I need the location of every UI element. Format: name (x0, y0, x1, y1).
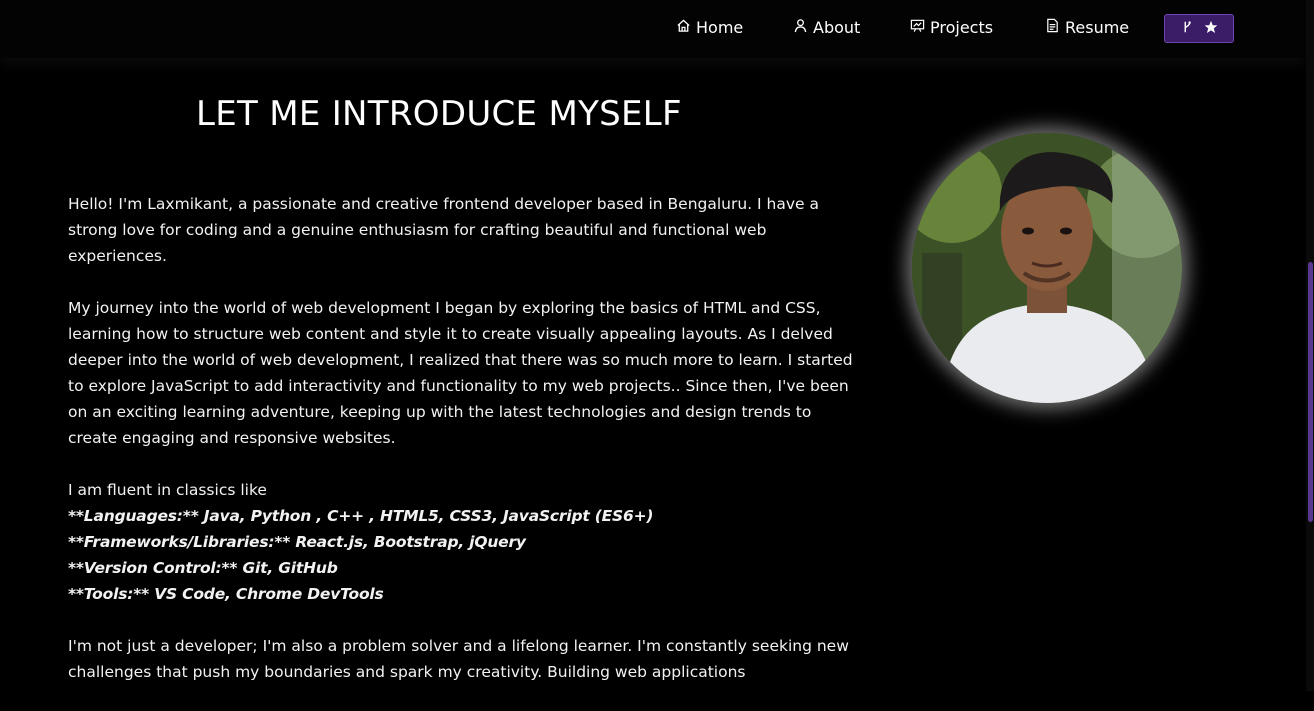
closing-paragraph: I'm not just a developer; I'm also a pro… (68, 637, 849, 681)
navbar: Home About Projects Resume (0, 0, 1306, 58)
avatar-image (912, 133, 1182, 403)
nav-projects-label: Projects (930, 17, 994, 37)
nav-home-label: Home (696, 17, 744, 37)
about-text: Hello! I'm Laxmikant, a passionate and c… (68, 191, 858, 711)
nav-about[interactable]: About (793, 16, 860, 38)
user-icon (793, 18, 808, 37)
skill-tools: **Tools:** VS Code, Chrome DevTools (68, 585, 384, 603)
nav-resume[interactable]: Resume (1045, 16, 1129, 38)
avatar (912, 133, 1182, 403)
nav-resume-label: Resume (1065, 17, 1130, 37)
nav-about-label: About (813, 17, 861, 37)
intro-paragraph: Hello! I'm Laxmikant, a passionate and c… (68, 195, 820, 265)
github-fork-star-button[interactable] (1164, 14, 1234, 43)
scrollbar-thumb[interactable] (1308, 262, 1313, 522)
skill-languages: **Languages:** Java, Python , C++ , HTML… (68, 507, 654, 525)
skill-version-control: **Version Control:** Git, GitHub (68, 559, 338, 577)
page-title: LET ME INTRODUCE MYSELF (196, 94, 682, 134)
journey-paragraph: My journey into the world of web develop… (68, 299, 853, 447)
skill-frameworks: **Frameworks/Libraries:** React.js, Boot… (68, 533, 526, 551)
star-icon (1204, 19, 1218, 38)
document-icon (1045, 18, 1060, 37)
projects-icon (910, 18, 925, 37)
skills-intro: I am fluent in classics like (68, 481, 267, 499)
nav-home[interactable]: Home (676, 16, 743, 38)
nav-projects[interactable]: Projects (910, 16, 993, 38)
skills-block: I am fluent in classics like **Languages… (68, 477, 858, 607)
home-icon (676, 18, 691, 37)
git-fork-icon (1180, 19, 1194, 38)
